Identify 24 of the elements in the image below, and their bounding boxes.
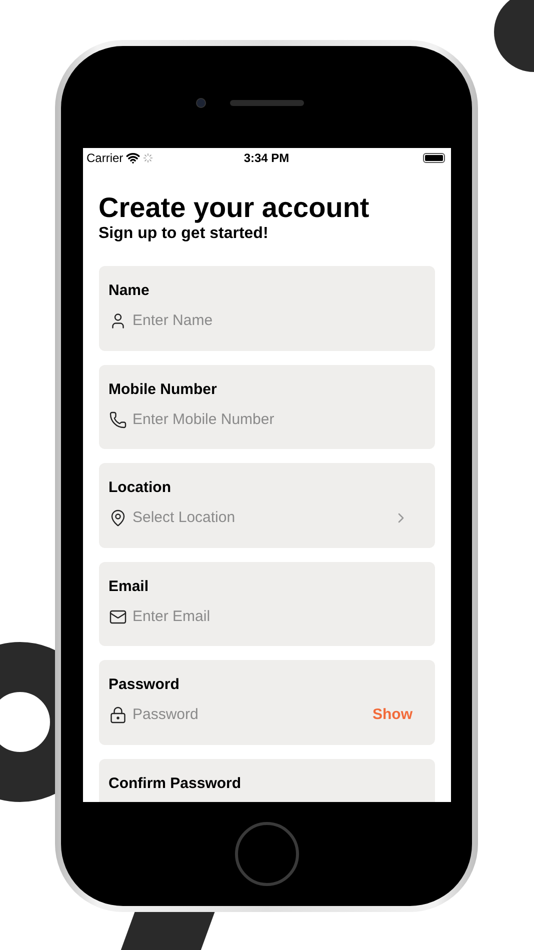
status-time: 3:34 PM (244, 150, 290, 167)
field-label: Password (108, 676, 180, 694)
location-select[interactable]: Select Location (132, 507, 386, 530)
show-password-button[interactable]: Show (372, 704, 412, 726)
battery-icon (422, 153, 445, 163)
phone-icon (108, 410, 126, 429)
field-label: Mobile Number (108, 380, 218, 398)
page-title: Create your account (98, 192, 370, 224)
input-field[interactable]: Enter Name (132, 310, 424, 332)
input-field[interactable]: Password (132, 704, 366, 726)
map-pin-icon (108, 509, 126, 528)
field-label: Email (108, 578, 150, 596)
activity-spinner-icon (143, 153, 154, 163)
field-label: Name (108, 282, 150, 300)
camera-icon (196, 98, 206, 108)
input-field[interactable]: Enter Email (132, 606, 424, 628)
field-label: Location (108, 479, 172, 497)
page-subtitle: Sign up to get started! (98, 224, 270, 244)
carrier-label: Carrier (86, 150, 124, 167)
wifi-icon (126, 151, 140, 165)
lock-icon (108, 706, 126, 724)
envelope-icon (108, 608, 126, 626)
input-field[interactable]: Enter Mobile Number (132, 408, 424, 431)
field-label: Confirm Password (108, 774, 242, 792)
